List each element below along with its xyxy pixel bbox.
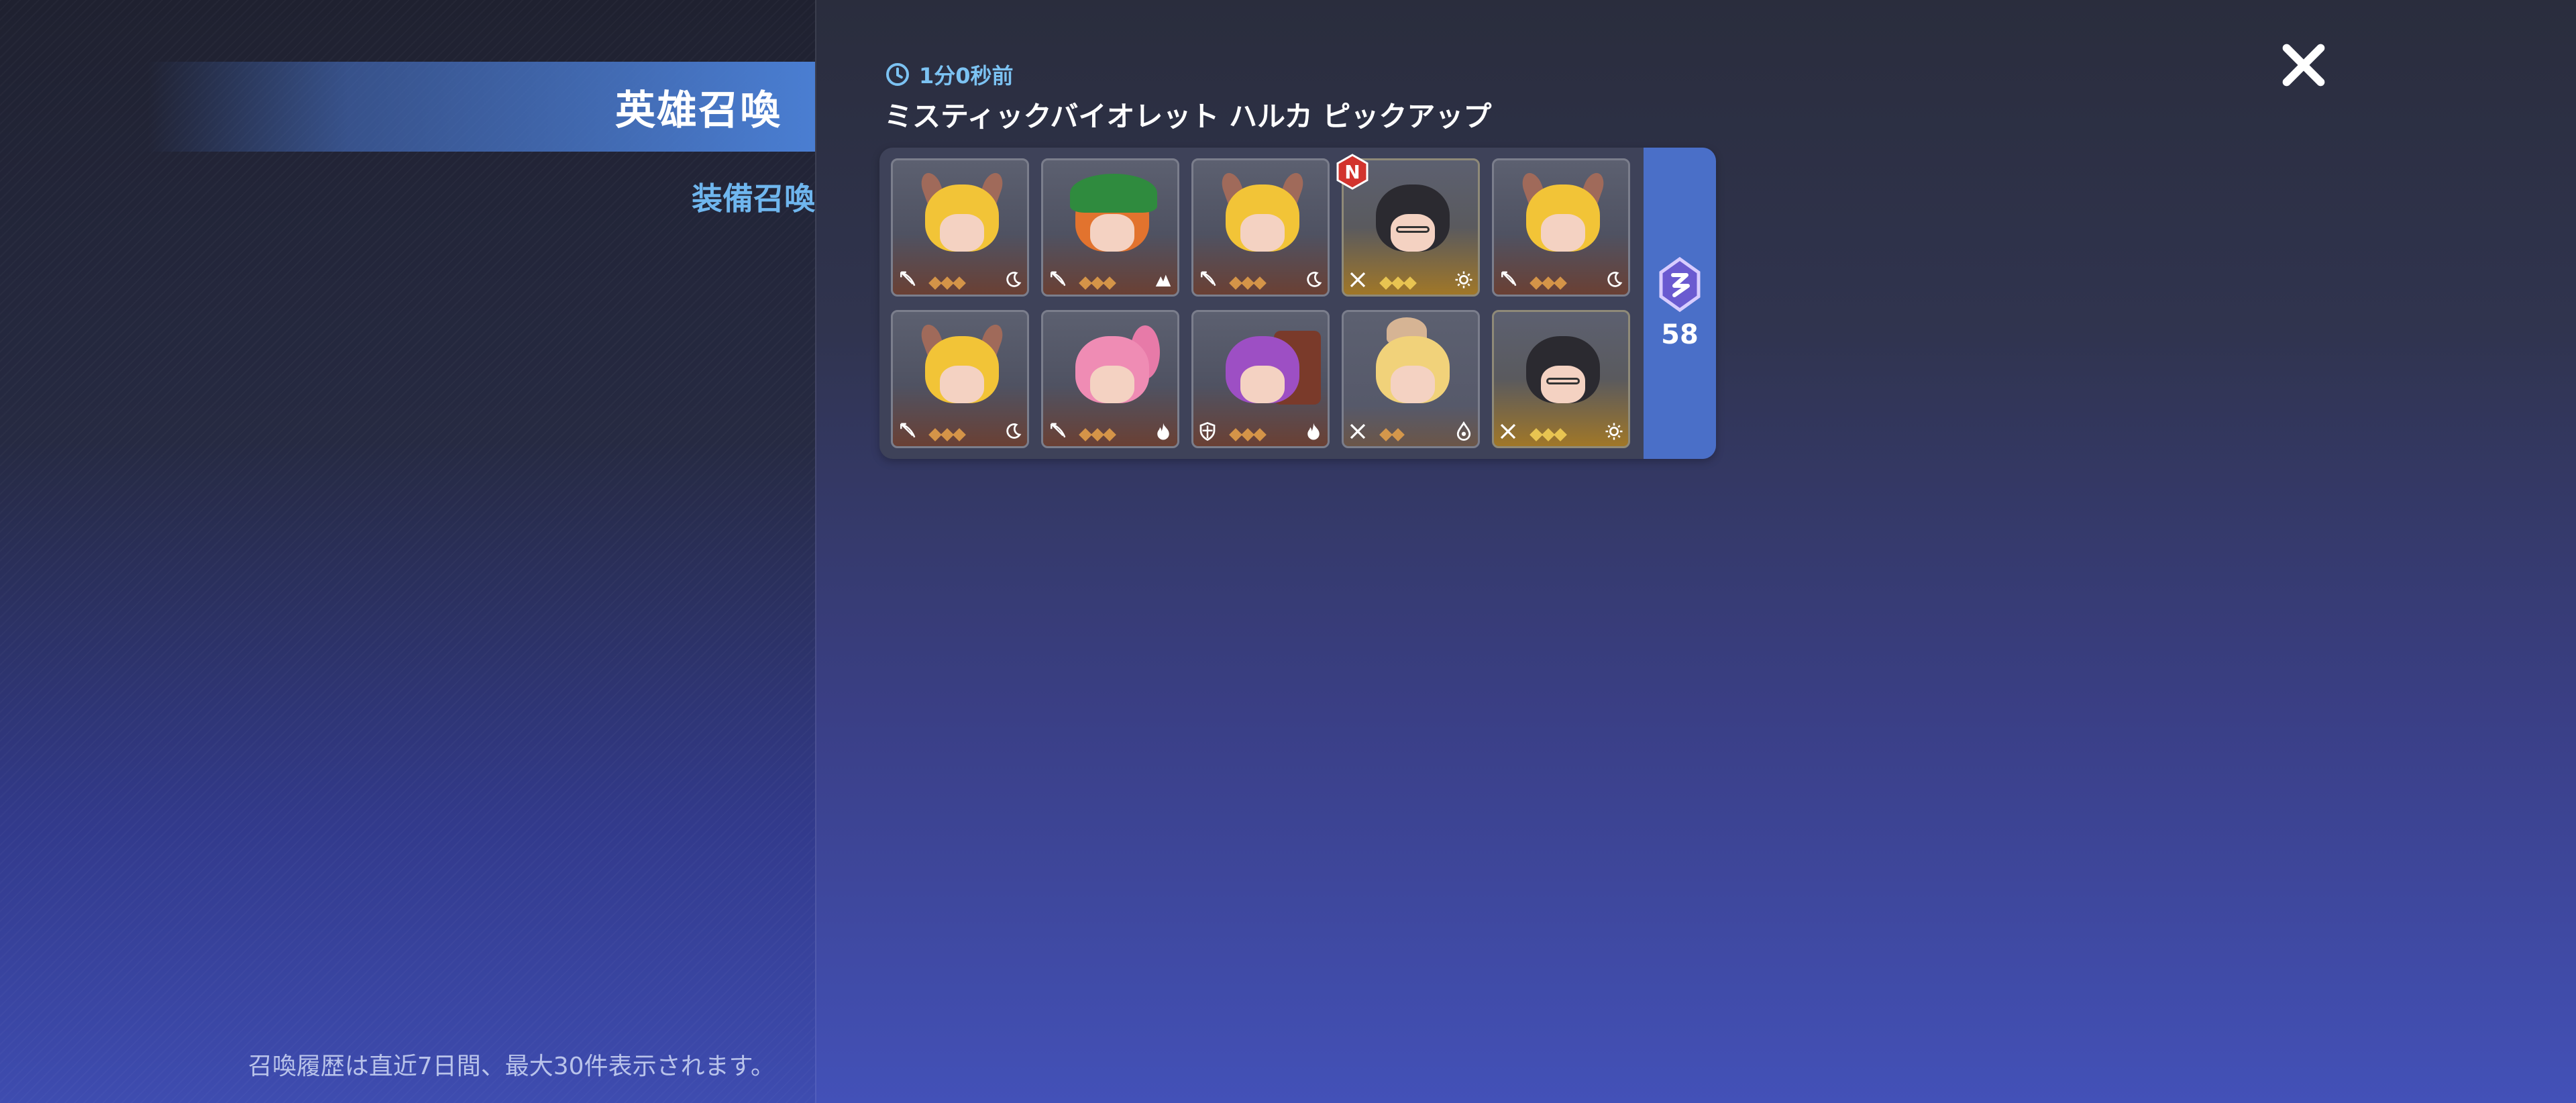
- moon-icon: [1003, 270, 1023, 290]
- hero-face: [1240, 214, 1285, 252]
- bow-icon: [1498, 270, 1518, 290]
- hero-face: [940, 366, 984, 403]
- hero-card[interactable]: [1492, 310, 1630, 448]
- summon-cost-count: 58: [1661, 319, 1699, 350]
- hero-card-bar: [1494, 265, 1628, 295]
- swords-icon: [1348, 421, 1368, 441]
- hero-face: [1391, 214, 1435, 252]
- hero-card-bar: [893, 417, 1027, 446]
- hero-card-bar: [1043, 265, 1177, 295]
- fire-icon: [1153, 421, 1173, 441]
- water-icon: [1454, 421, 1474, 441]
- new-badge-label: N: [1344, 160, 1360, 183]
- moon-icon: [1003, 421, 1023, 441]
- bow-icon: [1047, 421, 1067, 441]
- sun-icon: [1454, 270, 1474, 290]
- panel-divider: [815, 0, 816, 1103]
- hero-face: [1090, 214, 1134, 252]
- hero-face: [1541, 214, 1585, 252]
- glasses: [1546, 378, 1580, 384]
- hero-card-bar: [1193, 265, 1328, 295]
- history-retention-note: 召喚履歴は直近7日間、最大30件表示されます。: [248, 1053, 775, 1080]
- hero-card-bar: [1494, 417, 1628, 446]
- moon-icon: [1303, 270, 1324, 290]
- hero-card-bar: [1344, 417, 1478, 446]
- earth-icon: [1153, 270, 1173, 290]
- tab-hero-summon-label: 英雄召喚: [615, 87, 782, 134]
- hero-card-bar: [893, 265, 1027, 295]
- summon-time-ago: 1分0秒前: [919, 63, 1014, 89]
- glasses: [1396, 226, 1430, 233]
- hero-card[interactable]: [1041, 310, 1179, 448]
- bow-icon: [1047, 270, 1067, 290]
- hero-card[interactable]: [891, 158, 1029, 297]
- hero-face: [1541, 366, 1585, 403]
- hero-face: [1090, 366, 1134, 403]
- tab-hero-summon[interactable]: 英雄召喚: [148, 62, 815, 152]
- left-panel: [0, 0, 815, 1103]
- close-button[interactable]: [2275, 37, 2332, 93]
- sun-icon: [1604, 421, 1624, 441]
- close-icon: [2282, 44, 2325, 87]
- banner-title: ミスティックバイオレット ハルカ ピックアップ: [884, 100, 1492, 133]
- moon-icon: [1604, 270, 1624, 290]
- new-badge: N: [1334, 153, 1371, 191]
- swords-icon: [1348, 270, 1368, 290]
- summon-result-card: 58: [879, 148, 1716, 459]
- hero-card[interactable]: [891, 310, 1029, 448]
- hero-card[interactable]: [1492, 158, 1630, 297]
- clock-icon: [886, 63, 909, 86]
- bow-icon: [897, 270, 917, 290]
- summon-cost-panel: 58: [1644, 148, 1716, 459]
- hero-face: [1391, 366, 1435, 403]
- hero-card[interactable]: [1342, 310, 1480, 448]
- bow-icon: [897, 421, 917, 441]
- hero-card-bar: [1344, 265, 1478, 295]
- shield-icon: [1197, 421, 1218, 441]
- hero-card[interactable]: [1041, 158, 1179, 297]
- hero-face: [1240, 366, 1285, 403]
- hero-card-bar: [1193, 417, 1328, 446]
- summon-time-row: 1分0秒前: [884, 59, 1014, 90]
- hero-card[interactable]: [1191, 158, 1330, 297]
- swords-icon: [1498, 421, 1518, 441]
- hero-face: [940, 214, 984, 252]
- green-cap: [1070, 174, 1157, 213]
- summon-ticket-icon: [1659, 256, 1701, 313]
- tab-equipment-summon[interactable]: 装備召喚: [692, 174, 815, 219]
- hero-card[interactable]: [1191, 310, 1330, 448]
- fire-icon: [1303, 421, 1324, 441]
- bow-icon: [1197, 270, 1218, 290]
- hero-card-bar: [1043, 417, 1177, 446]
- summon-result-grid: [891, 158, 1630, 448]
